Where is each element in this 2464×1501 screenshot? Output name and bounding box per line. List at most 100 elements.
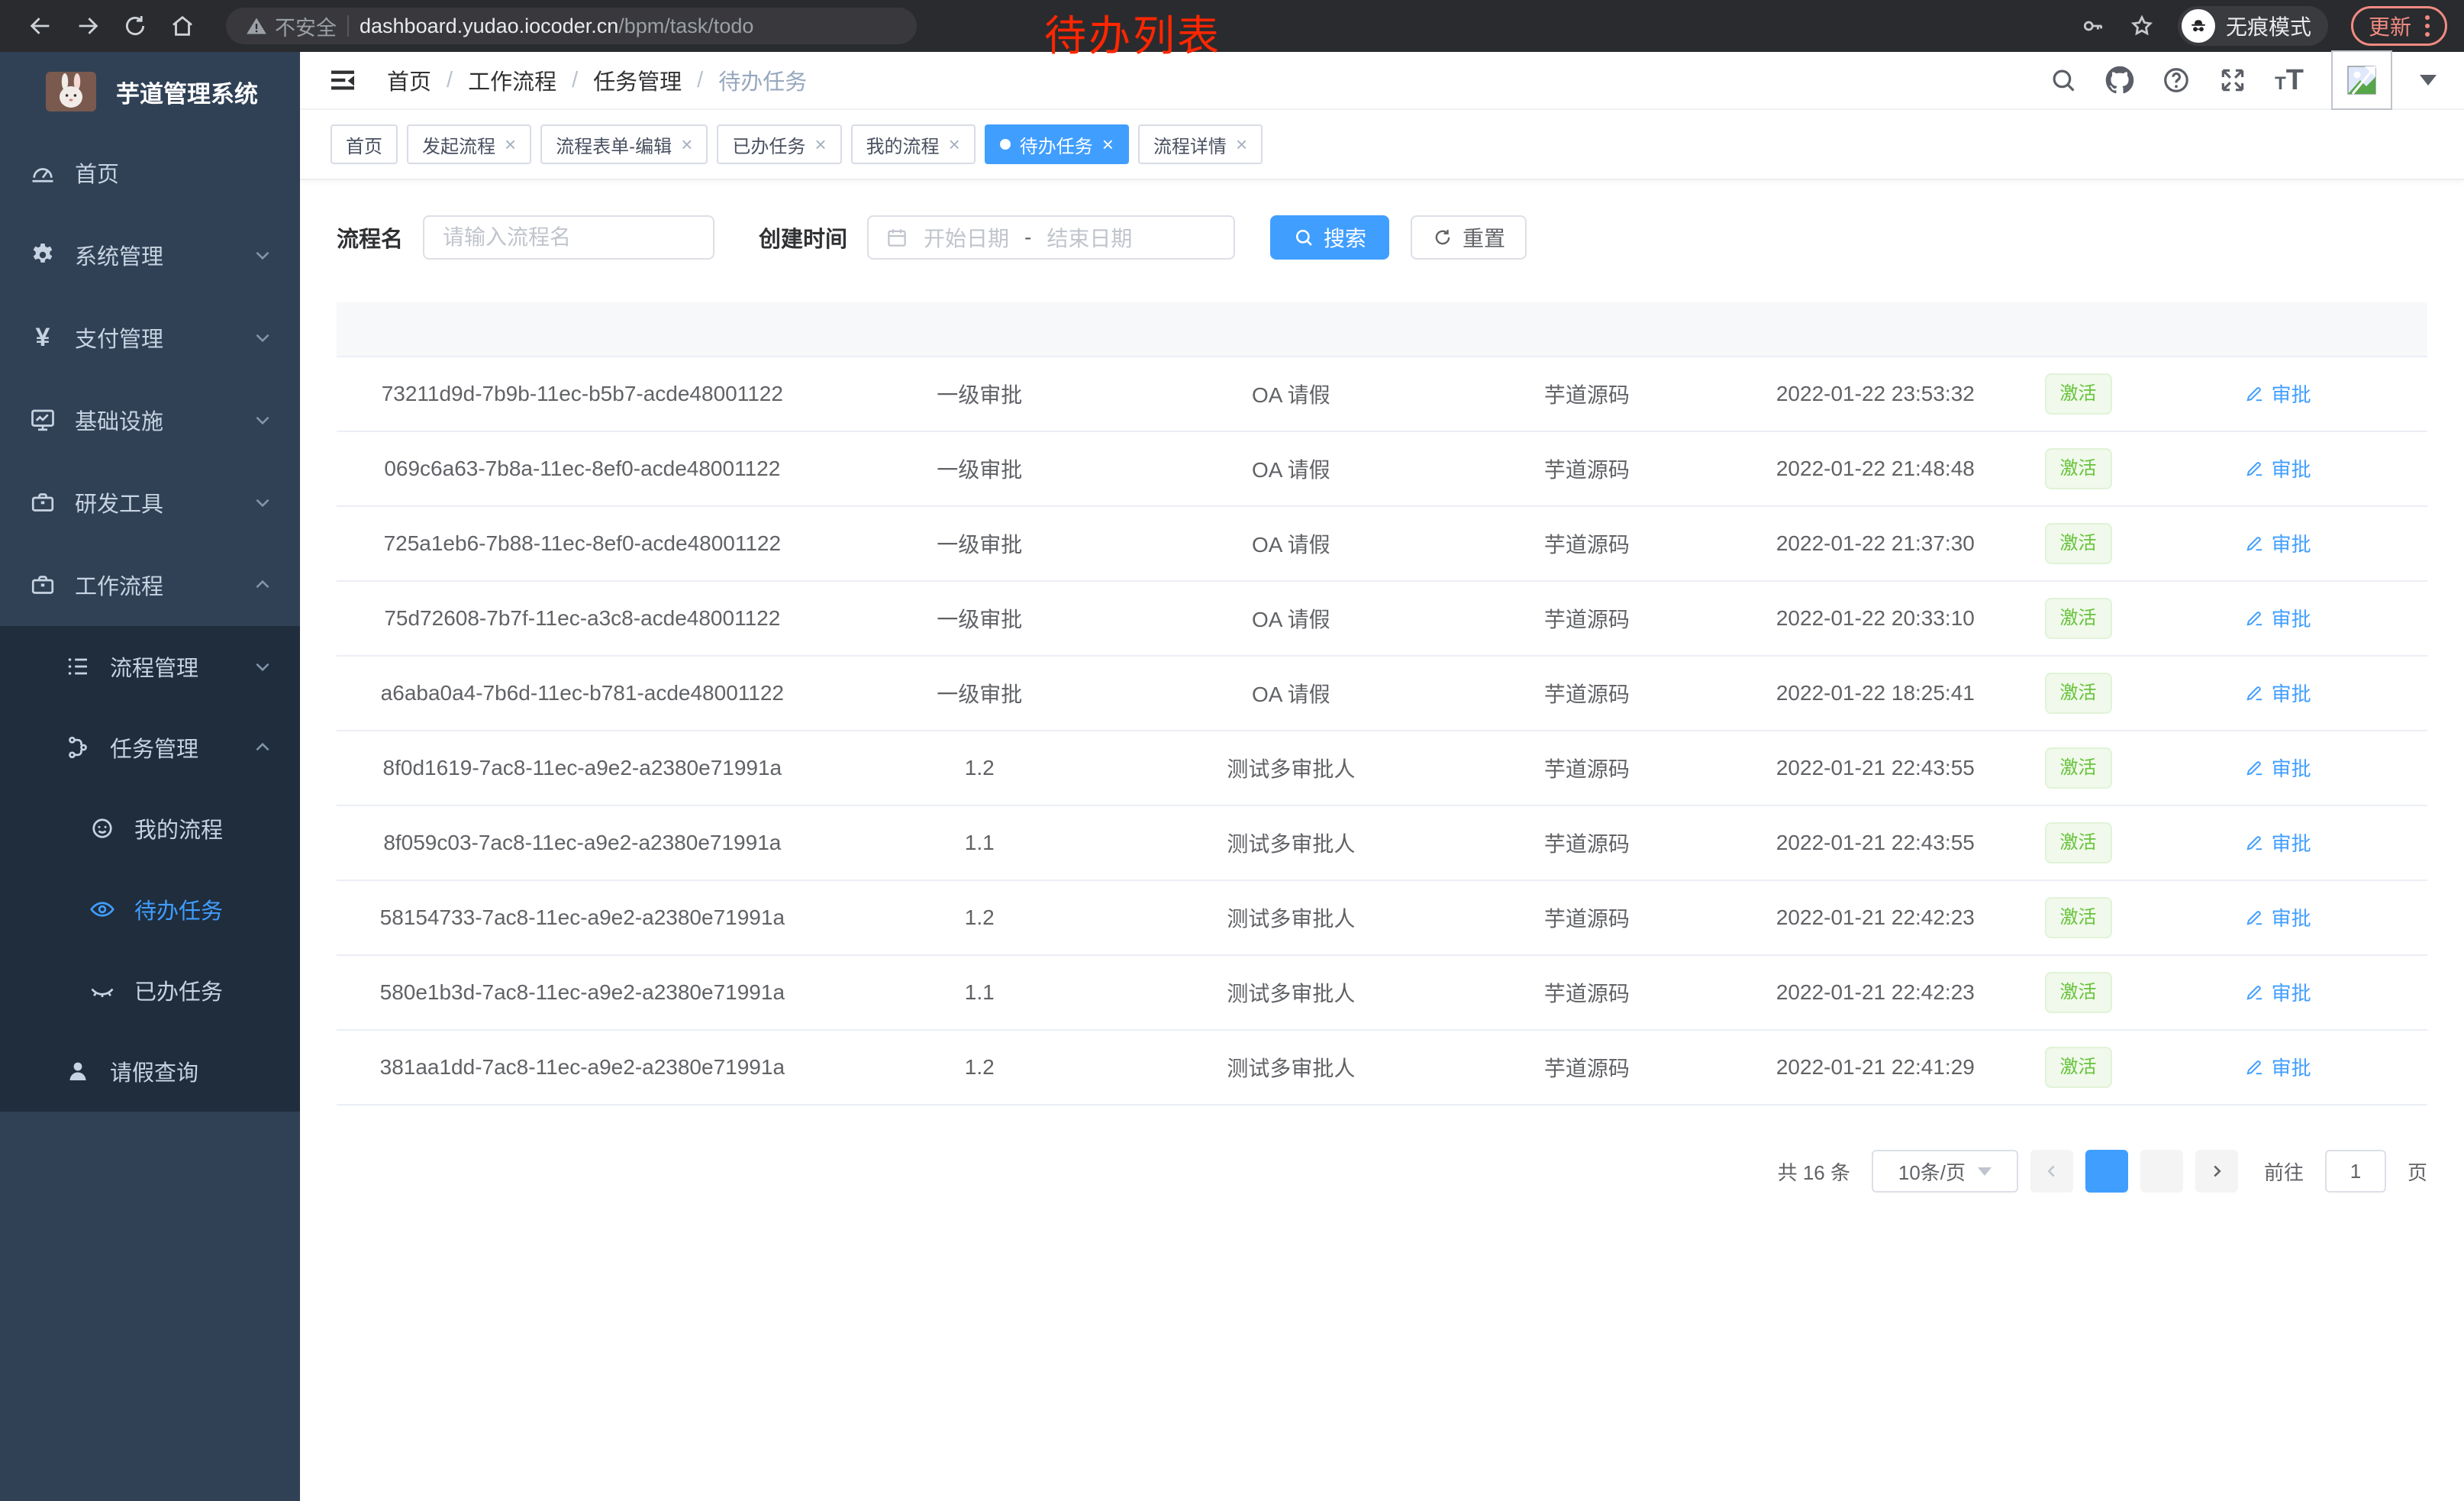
fullscreen-icon[interactable]	[2218, 66, 2247, 95]
sidebar-item-label: 研发工具	[75, 486, 163, 518]
approve-link[interactable]: 审批	[2245, 454, 2311, 483]
avatar[interactable]	[2331, 50, 2392, 110]
sidebar-item[interactable]: 研发工具	[0, 461, 300, 544]
font-size-icon[interactable]: TT	[2275, 64, 2304, 97]
status-badge: 激活	[2045, 448, 2112, 489]
breadcrumb-workflow[interactable]: 工作流程	[468, 64, 556, 96]
breadcrumb-separator: /	[447, 68, 453, 93]
not-secure-warning[interactable]: 不安全	[246, 11, 337, 41]
chrome-right-controls: 无痕模式 更新	[2080, 6, 2447, 46]
task-id-cell: a6aba0a4-7b6d-11ec-b781-acde48001122	[337, 657, 828, 731]
tab-close-icon[interactable]: ×	[814, 134, 826, 154]
page-size-select[interactable]: 10条/页	[1872, 1150, 2018, 1193]
sidebar-item[interactable]: 系统管理	[0, 214, 300, 296]
status-badge: 激活	[2045, 673, 2112, 713]
reset-button[interactable]: 重置	[1411, 215, 1527, 260]
chrome-menu-icon[interactable]	[2425, 15, 2430, 37]
table-row: 381aa1dd-7ac8-11ec-a9e2-a2380e71991a 1.2…	[337, 1031, 2427, 1106]
breadcrumb-separator: /	[697, 68, 703, 93]
search-button[interactable]: 搜索	[1270, 215, 1389, 260]
process-cell: 测试多审批人	[1131, 1031, 1451, 1106]
address-bar[interactable]: 不安全 dashboard.yudao.iocoder.cn/bpm/task/…	[226, 8, 917, 44]
approve-link[interactable]: 审批	[2245, 828, 2311, 857]
chevron-down-icon	[253, 245, 273, 265]
sidebar-subitem-label: 我的流程	[134, 812, 223, 844]
sidebar-subitem[interactable]: 任务管理	[0, 707, 300, 788]
sidebar-subitem[interactable]: 待办任务	[0, 869, 300, 950]
yen-icon: ¥	[26, 324, 60, 350]
table-row: a6aba0a4-7b6d-11ec-b781-acde48001122 一级审…	[337, 657, 2427, 731]
chevron-down-icon	[253, 410, 273, 430]
tab-close-icon[interactable]: ×	[949, 134, 960, 154]
avatar-caret-icon[interactable]	[2420, 75, 2437, 86]
back-button[interactable]	[17, 2, 64, 50]
page-number-button[interactable]	[2140, 1150, 2183, 1193]
reload-button[interactable]	[111, 2, 159, 50]
tab-label: 已办任务	[732, 131, 805, 158]
task-id-cell: 381aa1dd-7ac8-11ec-a9e2-a2380e71991a	[337, 1031, 828, 1106]
goto-page-input[interactable]	[2325, 1150, 2386, 1193]
tag-view-tab[interactable]: 已办任务 ×	[717, 124, 841, 164]
approve-link[interactable]: 审批	[2245, 679, 2311, 707]
sidebar-subitem[interactable]: 我的流程	[0, 788, 300, 869]
task-id-cell: 8f059c03-7ac8-11ec-a9e2-a2380e71991a	[337, 806, 828, 881]
tag-view-tab[interactable]: 流程详情 ×	[1138, 124, 1263, 164]
approve-link[interactable]: 审批	[2245, 978, 2311, 1006]
help-icon[interactable]	[2162, 66, 2191, 95]
approve-link[interactable]: 审批	[2245, 754, 2311, 782]
approve-link[interactable]: 审批	[2245, 1053, 2311, 1081]
approve-label: 审批	[2272, 529, 2311, 557]
approve-label: 审批	[2272, 379, 2311, 408]
tab-close-icon[interactable]: ×	[681, 134, 692, 154]
password-key-icon[interactable]	[2080, 13, 2106, 39]
task-id-cell: 75d72608-7b7f-11ec-a3c8-acde48001122	[337, 582, 828, 657]
tag-view-tab[interactable]: 首页	[331, 124, 398, 164]
warning-icon	[246, 15, 267, 37]
breadcrumb-home[interactable]: 首页	[387, 64, 431, 96]
status-cell: 激活	[2028, 956, 2128, 1031]
sidebar-logo[interactable]: 芋道管理系统	[0, 52, 300, 131]
approve-link[interactable]: 审批	[2245, 604, 2311, 632]
sidebar-subitem[interactable]: 流程管理	[0, 626, 300, 707]
bookmark-star-icon[interactable]	[2129, 13, 2155, 39]
sidebar-item[interactable]: 工作流程	[0, 544, 300, 626]
browser-chrome: 不安全 dashboard.yudao.iocoder.cn/bpm/task/…	[0, 0, 2464, 52]
dashboard-icon	[26, 159, 60, 186]
table-column-header	[828, 302, 1131, 357]
sidebar-collapse-button[interactable]	[327, 65, 358, 95]
sidebar-item[interactable]: ¥ 支付管理	[0, 296, 300, 379]
breadcrumb-task-manage[interactable]: 任务管理	[593, 64, 682, 96]
action-cell: 审批	[2128, 357, 2427, 432]
home-button[interactable]	[159, 2, 206, 50]
prev-page-button[interactable]	[2030, 1150, 2073, 1193]
date-range-picker[interactable]: 开始日期 - 结束日期	[867, 215, 1235, 260]
next-page-button[interactable]	[2195, 1150, 2238, 1193]
approve-link[interactable]: 审批	[2245, 529, 2311, 557]
create-time-cell: 2022-01-22 20:33:10	[1723, 582, 2028, 657]
edit-pen-icon	[2245, 533, 2265, 553]
sidebar-item[interactable]: 首页	[0, 131, 300, 214]
tag-view-tab[interactable]: 流程表单-编辑 ×	[540, 124, 708, 164]
process-cell: 测试多审批人	[1131, 956, 1451, 1031]
process-name-input[interactable]	[423, 215, 714, 260]
chrome-update-button[interactable]: 更新	[2351, 6, 2447, 46]
tag-view-tab[interactable]: 我的流程 ×	[851, 124, 976, 164]
status-badge: 激活	[2045, 747, 2112, 788]
approve-link[interactable]: 审批	[2245, 379, 2311, 408]
approve-link[interactable]: 审批	[2245, 903, 2311, 931]
sidebar-item[interactable]: 基础设施	[0, 379, 300, 461]
create-time-cell: 2022-01-22 21:48:48	[1723, 432, 2028, 507]
tab-close-icon[interactable]: ×	[1236, 134, 1247, 154]
status-cell: 激活	[2028, 582, 2128, 657]
tab-close-icon[interactable]: ×	[505, 134, 516, 154]
tag-view-tab[interactable]: 待办任务 ×	[985, 124, 1129, 164]
sidebar-subitem[interactable]: 已办任务	[0, 950, 300, 1031]
github-icon[interactable]	[2105, 66, 2134, 95]
tab-close-icon[interactable]: ×	[1102, 134, 1114, 154]
tag-view-tab[interactable]: 发起流程 ×	[407, 124, 531, 164]
action-cell: 审批	[2128, 507, 2427, 582]
sidebar-subitem[interactable]: 请假查询	[0, 1031, 300, 1112]
page-number-button[interactable]	[2085, 1150, 2128, 1193]
forward-button[interactable]	[64, 2, 111, 50]
search-icon[interactable]	[2049, 66, 2078, 95]
